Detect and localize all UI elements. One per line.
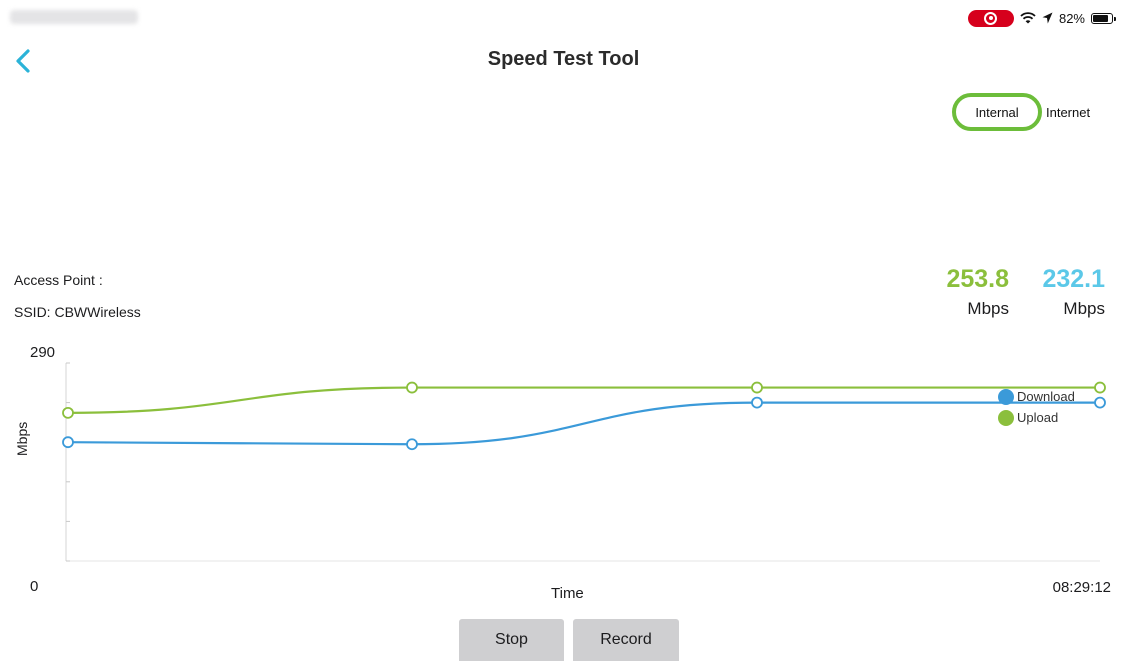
ssid-label: SSID: CBWWireless: [14, 304, 141, 320]
data-point-upload: [751, 381, 763, 394]
download-speed-unit: Mbps: [1063, 299, 1105, 318]
data-point-download: [1094, 396, 1106, 409]
upload-speed-unit: Mbps: [967, 299, 1009, 318]
tab-internal[interactable]: Internal: [952, 93, 1042, 131]
legend-label-download: Download: [1017, 389, 1075, 404]
speed-line-chart: [62, 362, 1106, 562]
data-point-download: [62, 436, 74, 449]
stop-button[interactable]: Stop: [459, 619, 564, 661]
legend-label-upload: Upload: [1017, 410, 1059, 425]
wifi-icon: [1020, 12, 1036, 24]
download-speed: 232.1 Mbps: [1042, 265, 1105, 319]
series-line-download: [67, 401, 1100, 446]
tab-internet[interactable]: Internet: [1046, 105, 1090, 120]
page-title: Speed Test Tool: [487, 48, 640, 70]
location-arrow-icon: [1042, 12, 1053, 24]
status-time-blurred: [10, 10, 138, 24]
status-bar: 82%: [0, 0, 1127, 34]
download-speed-value: 232.1: [1042, 265, 1105, 293]
series-line-upload: [67, 386, 1100, 414]
chart-legend: Download Upload: [998, 386, 1075, 428]
record-button[interactable]: Record: [573, 619, 679, 661]
battery-icon: [1091, 12, 1116, 24]
battery-percent: 82%: [1058, 10, 1085, 26]
test-mode-tabs: Internal Internet: [952, 92, 1090, 132]
upload-speed: 253.8 Mbps: [946, 265, 1009, 319]
access-point-label: Access Point :: [14, 272, 103, 288]
data-point-download: [406, 438, 418, 451]
upload-speed-value: 253.8: [946, 265, 1009, 293]
data-point-download: [751, 396, 763, 409]
legend-item-upload: Upload: [998, 407, 1075, 428]
data-point-upload: [62, 406, 74, 419]
data-point-upload: [1094, 381, 1106, 394]
legend-item-download: Download: [998, 386, 1075, 407]
legend-swatch-download: [998, 388, 1014, 405]
legend-swatch-upload: [998, 409, 1014, 426]
status-icons: 82%: [967, 9, 1116, 27]
screen-record-icon: [967, 9, 1014, 27]
data-point-upload: [406, 381, 418, 394]
